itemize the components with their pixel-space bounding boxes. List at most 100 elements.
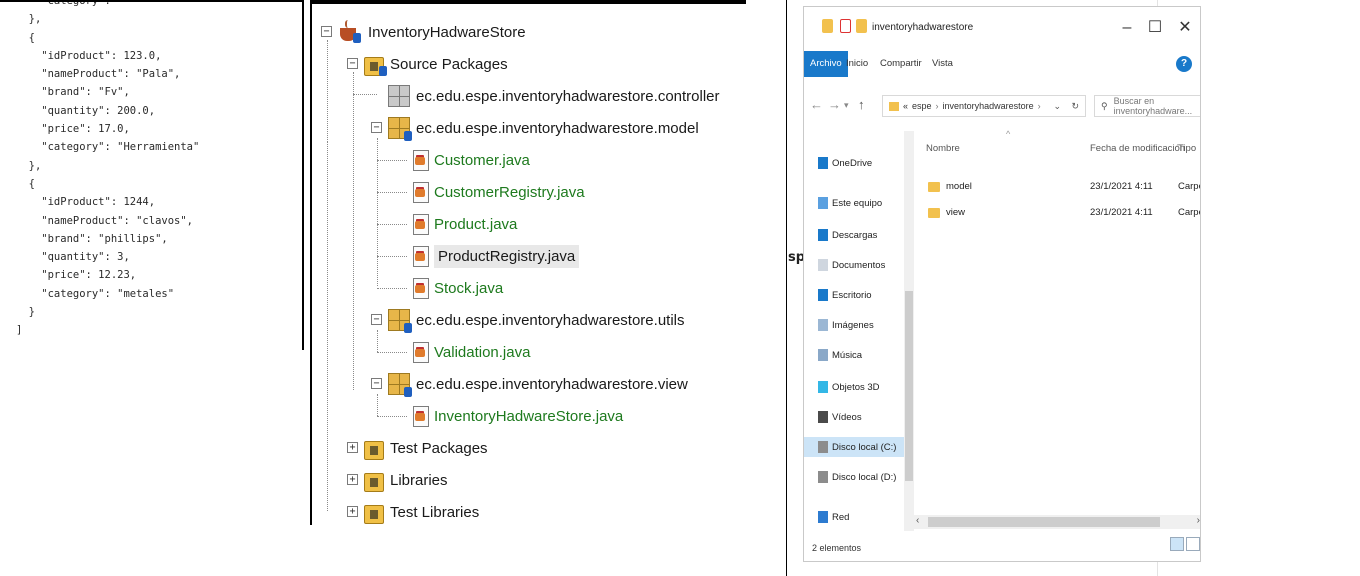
- nav-item[interactable]: Descargas: [818, 225, 877, 245]
- tree-node-file[interactable]: Product.java: [412, 210, 517, 238]
- drive-icon: [818, 471, 828, 483]
- path-segment[interactable]: inventoryhadwarestore: [943, 101, 1034, 111]
- chevron-right-icon[interactable]: ›: [1197, 515, 1200, 526]
- nav-item[interactable]: Objetos 3D: [818, 377, 880, 397]
- tree-node-file[interactable]: Stock.java: [412, 274, 503, 302]
- up-arrow-icon[interactable]: ↑: [858, 97, 865, 112]
- nav-item[interactable]: Este equipo: [818, 193, 882, 213]
- details-view-icon[interactable]: [1170, 537, 1184, 551]
- java-file-icon: [412, 277, 429, 299]
- refresh-icon[interactable]: ↻: [1071, 101, 1079, 112]
- tree-node-file[interactable]: CustomerRegistry.java: [412, 178, 585, 206]
- tree-node-package-utils[interactable]: ec.edu.espe.inventoryhadwarestore.utils: [388, 306, 685, 334]
- nav-item[interactable]: OneDrive: [818, 153, 872, 173]
- status-bar-count: 2 elementos: [812, 543, 862, 553]
- window-title: inventoryhadwarestore: [872, 22, 974, 33]
- nav-item-label: Vídeos: [832, 411, 862, 423]
- tree-node-file[interactable]: Validation.java: [412, 338, 530, 366]
- file-explorer-screenshot: sp inventoryhadwarestore – ☐ ✕ Archivo I…: [786, 0, 1360, 576]
- file-row[interactable]: view 23/1/2021 4:11 Carpeta de arch: [928, 205, 1200, 223]
- properties-icon[interactable]: [840, 19, 851, 33]
- tree-node-libraries[interactable]: Libraries: [364, 466, 448, 494]
- path-segment[interactable]: espe: [912, 101, 932, 111]
- tree-node-test-libraries[interactable]: Test Libraries: [364, 498, 479, 525]
- expand-toggle-libraries[interactable]: +: [347, 474, 358, 485]
- nav-item[interactable]: Escritorio: [818, 285, 872, 305]
- library-folder-icon: [364, 469, 384, 492]
- large-icons-view-icon[interactable]: [1186, 537, 1200, 551]
- tree-node-file[interactable]: InventoryHadwareStore.java: [412, 402, 623, 430]
- tab-inicio[interactable]: Inicio: [846, 51, 868, 77]
- forward-arrow-icon[interactable]: →: [828, 97, 841, 112]
- file-row[interactable]: model 23/1/2021 4:11 Carpeta de arch: [928, 179, 1200, 197]
- search-box[interactable]: ⚲ Buscar en inventoryhadware...: [1094, 95, 1200, 117]
- tree-node-file[interactable]: Customer.java: [412, 146, 530, 174]
- navigation-pane[interactable]: OneDrive Este equipo Descargas Documentos Es…: [804, 131, 904, 531]
- expand-toggle-test-packages[interactable]: +: [347, 442, 358, 453]
- file-label: InventoryHadwareStore.java: [434, 407, 624, 425]
- nav-item[interactable]: Documentos: [818, 255, 885, 275]
- tree-node-source-packages[interactable]: Source Packages: [364, 50, 508, 78]
- package-icon: [388, 309, 412, 333]
- tab-vista[interactable]: Vista: [932, 51, 953, 77]
- nav-item-label: Disco local (C:): [832, 441, 897, 453]
- nav-item-label: Este equipo: [832, 197, 883, 209]
- maximize-icon[interactable]: ☐: [1140, 16, 1170, 40]
- nav-item[interactable]: Vídeos: [818, 407, 862, 427]
- search-placeholder: Buscar en inventoryhadware...: [1113, 96, 1193, 116]
- back-arrow-icon[interactable]: ←: [810, 97, 823, 112]
- json-text: "category": "" }, { "idProduct": 123.0, …: [16, 0, 200, 337]
- file-modified: 23/1/2021 4:11: [1090, 181, 1153, 192]
- nav-item[interactable]: Red: [818, 507, 849, 527]
- expand-toggle-test-libraries[interactable]: +: [347, 506, 358, 517]
- cloud-icon: [818, 157, 828, 169]
- tree-node-file-selected[interactable]: ProductRegistry.java: [412, 242, 580, 270]
- path-prefix: «: [903, 101, 909, 111]
- package-label: ec.edu.espe.inventoryhadwarestore.utils: [416, 311, 685, 329]
- tree-node-project[interactable]: InventoryHadwareStore: [338, 18, 526, 46]
- file-explorer-window[interactable]: inventoryhadwarestore – ☐ ✕ Archivo Inic…: [803, 6, 1201, 562]
- nav-item-label: Disco local (D:): [832, 471, 897, 483]
- tab-archivo[interactable]: Archivo: [804, 51, 848, 77]
- minimize-icon[interactable]: –: [1112, 16, 1142, 40]
- title-bar: inventoryhadwarestore – ☐ ✕: [804, 7, 1200, 47]
- nav-item[interactable]: Disco local (C:): [804, 437, 904, 457]
- collapse-toggle-project[interactable]: −: [321, 26, 332, 37]
- column-name[interactable]: Nombre: [926, 143, 960, 154]
- chevron-down-icon[interactable]: ▾: [844, 100, 849, 111]
- package-icon: [388, 373, 412, 397]
- collapse-toggle-utils[interactable]: −: [371, 314, 382, 325]
- close-icon[interactable]: ✕: [1170, 16, 1200, 40]
- nav-item[interactable]: Disco local (D:): [818, 467, 896, 487]
- nav-item[interactable]: Música: [818, 345, 862, 365]
- tree-node-test-packages[interactable]: Test Packages: [364, 434, 488, 462]
- horizontal-scrollbar[interactable]: ‹ ›: [914, 515, 1200, 529]
- java-file-icon: [412, 245, 429, 267]
- java-file-icon: [412, 213, 429, 235]
- tree-node-package-model[interactable]: ec.edu.espe.inventoryhadwarestore.model: [388, 114, 699, 142]
- help-icon[interactable]: ?: [1176, 56, 1192, 72]
- nav-item[interactable]: Imágenes: [818, 315, 874, 335]
- chevron-left-icon[interactable]: ‹: [916, 515, 919, 526]
- package-label: ec.edu.espe.inventoryhadwarestore.model: [416, 119, 699, 137]
- file-type: Carpeta de arch: [1178, 207, 1200, 218]
- coffee-cup-icon: [338, 20, 362, 44]
- tab-compartir[interactable]: Compartir: [880, 51, 922, 77]
- network-icon: [818, 511, 828, 523]
- address-bar[interactable]: « espe › inventoryhadwarestore › ⌄ ↻: [882, 95, 1086, 117]
- vertical-scrollbar[interactable]: [904, 131, 914, 531]
- chevron-down-icon[interactable]: ⌄: [1053, 101, 1061, 112]
- collapse-toggle-source-packages[interactable]: −: [347, 58, 358, 69]
- column-type[interactable]: Tipo: [1178, 143, 1196, 154]
- chevron-right-icon: ›: [935, 101, 939, 111]
- column-modified[interactable]: Fecha de modificación: [1090, 143, 1185, 154]
- project-tree[interactable]: − − − − − + + + InventoryHadwareStore So…: [310, 0, 746, 525]
- collapse-toggle-view[interactable]: −: [371, 378, 382, 389]
- project-name: InventoryHadwareStore: [368, 23, 526, 41]
- tree-node-package-controller[interactable]: ec.edu.espe.inventoryhadwarestore.contro…: [388, 82, 720, 110]
- collapse-toggle-model[interactable]: −: [371, 122, 382, 133]
- new-folder-icon[interactable]: [856, 19, 867, 33]
- folder-icon[interactable]: [822, 19, 833, 33]
- cube-icon: [818, 381, 828, 393]
- tree-node-package-view[interactable]: ec.edu.espe.inventoryhadwarestore.view: [388, 370, 688, 398]
